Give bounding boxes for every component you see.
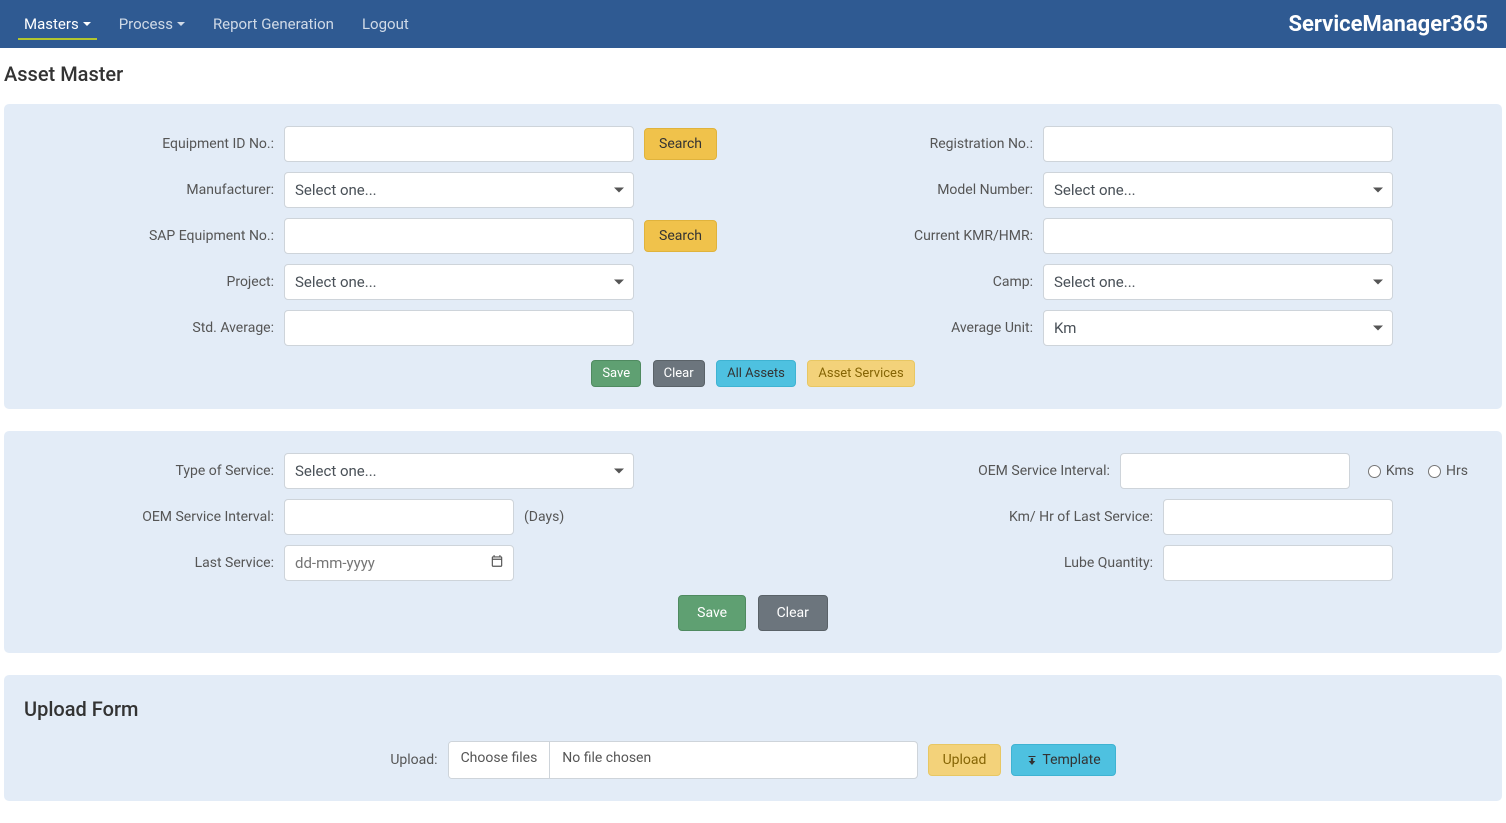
km-hr-last-service-label: Km/ Hr of Last Service: bbox=[783, 509, 1163, 525]
oem-service-interval-days-input[interactable] bbox=[284, 499, 514, 535]
current-kmr-hmr-label: Current KMR/HMR: bbox=[783, 228, 1043, 244]
all-assets-button[interactable]: All Assets bbox=[716, 360, 796, 387]
file-chosen-text: No file chosen bbox=[550, 742, 916, 778]
lube-quantity-input[interactable] bbox=[1163, 545, 1393, 581]
average-unit-label: Average Unit: bbox=[783, 320, 1043, 336]
std-average-label: Std. Average: bbox=[24, 320, 284, 336]
nav-item-logout[interactable]: Logout bbox=[348, 0, 423, 48]
registration-no-input[interactable] bbox=[1043, 126, 1393, 162]
equipment-id-label: Equipment ID No.: bbox=[24, 136, 284, 152]
project-select[interactable] bbox=[284, 264, 634, 300]
asset-master-panel: Equipment ID No.: Search Registration No… bbox=[4, 104, 1502, 409]
nav-label: Process bbox=[119, 15, 173, 33]
lube-quantity-label: Lube Quantity: bbox=[783, 555, 1163, 571]
manufacturer-select[interactable] bbox=[284, 172, 634, 208]
oem-service-interval-input[interactable] bbox=[1120, 453, 1350, 489]
type-of-service-label: Type of Service: bbox=[24, 463, 284, 479]
current-kmr-hmr-input[interactable] bbox=[1043, 218, 1393, 254]
upload-button[interactable]: Upload bbox=[928, 744, 1002, 776]
std-average-input[interactable] bbox=[284, 310, 634, 346]
average-unit-select[interactable] bbox=[1043, 310, 1393, 346]
sap-equipment-no-input[interactable] bbox=[284, 218, 634, 254]
model-number-select[interactable] bbox=[1043, 172, 1393, 208]
last-service-label: Last Service: bbox=[24, 555, 284, 571]
nav-item-masters[interactable]: Masters bbox=[10, 0, 105, 48]
nav-label: Logout bbox=[362, 15, 409, 33]
brand: ServiceManager365 bbox=[1289, 12, 1497, 37]
page-title: Asset Master bbox=[0, 48, 1506, 104]
equipment-id-input[interactable] bbox=[284, 126, 634, 162]
asset-action-row: Save Clear All Assets Asset Services bbox=[24, 360, 1482, 387]
equipment-id-search-button[interactable]: Search bbox=[644, 128, 717, 160]
type-of-service-select[interactable] bbox=[284, 453, 634, 489]
upload-label: Upload: bbox=[390, 752, 437, 768]
hrs-radio[interactable] bbox=[1428, 465, 1441, 478]
camp-label: Camp: bbox=[783, 274, 1043, 290]
sap-equipment-search-button[interactable]: Search bbox=[644, 220, 717, 252]
manufacturer-label: Manufacturer: bbox=[24, 182, 284, 198]
choose-files-button[interactable]: Choose files bbox=[449, 742, 551, 778]
model-number-label: Model Number: bbox=[783, 182, 1043, 198]
project-label: Project: bbox=[24, 274, 284, 290]
nav-item-process[interactable]: Process bbox=[105, 0, 199, 48]
km-hr-last-service-input[interactable] bbox=[1163, 499, 1393, 535]
chevron-down-icon bbox=[177, 22, 185, 26]
last-service-date-input[interactable] bbox=[284, 545, 514, 581]
upload-panel: Upload Form Upload: Choose files No file… bbox=[4, 675, 1502, 801]
file-chooser[interactable]: Choose files No file chosen bbox=[448, 741, 918, 779]
service-save-button[interactable]: Save bbox=[678, 595, 746, 631]
clear-button[interactable]: Clear bbox=[653, 360, 705, 387]
registration-no-label: Registration No.: bbox=[783, 136, 1043, 152]
days-suffix: (Days) bbox=[514, 509, 564, 525]
service-action-row: Save Clear bbox=[24, 595, 1482, 631]
oem-service-interval-days-label: OEM Service Interval: bbox=[24, 509, 284, 525]
navbar: Masters Process Report Generation Logout… bbox=[0, 0, 1506, 48]
sap-equipment-no-label: SAP Equipment No.: bbox=[24, 228, 284, 244]
hrs-radio-label[interactable]: Hrs bbox=[1428, 463, 1468, 479]
upload-form-title: Upload Form bbox=[24, 697, 1482, 721]
oem-service-interval-label: OEM Service Interval: bbox=[740, 463, 1120, 479]
nav-label: Report Generation bbox=[213, 15, 334, 33]
template-button[interactable]: Template bbox=[1011, 744, 1115, 776]
kms-radio[interactable] bbox=[1368, 465, 1381, 478]
nav-left: Masters Process Report Generation Logout bbox=[10, 0, 423, 48]
kms-radio-label[interactable]: Kms bbox=[1368, 463, 1414, 479]
service-panel: Type of Service: OEM Service Interval: K… bbox=[4, 431, 1502, 653]
save-button[interactable]: Save bbox=[591, 360, 641, 387]
camp-select[interactable] bbox=[1043, 264, 1393, 300]
nav-label: Masters bbox=[24, 15, 79, 33]
nav-item-report-generation[interactable]: Report Generation bbox=[199, 0, 348, 48]
asset-services-button[interactable]: Asset Services bbox=[807, 360, 914, 387]
download-icon bbox=[1026, 752, 1038, 768]
service-clear-button[interactable]: Clear bbox=[758, 595, 828, 631]
chevron-down-icon bbox=[83, 22, 91, 26]
